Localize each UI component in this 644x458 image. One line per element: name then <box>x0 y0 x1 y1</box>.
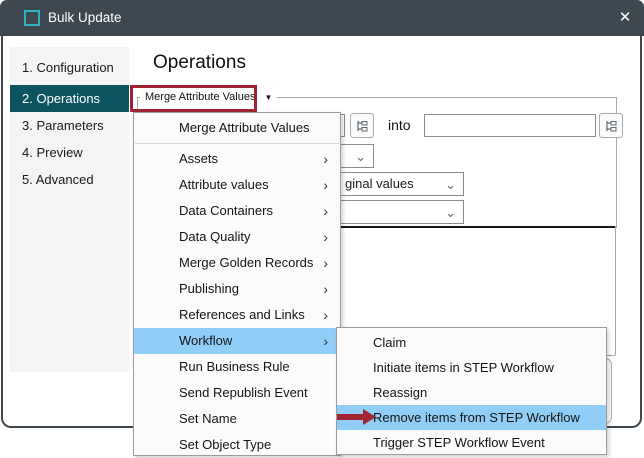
sidebar-item-preview[interactable]: 4. Preview <box>10 139 129 166</box>
menu-item-workflow[interactable]: Workflow› <box>134 328 340 354</box>
menu-item-send-republish-event[interactable]: Send Republish Event <box>134 380 340 406</box>
into-label: into <box>388 114 411 137</box>
submenu-arrow-icon: › <box>323 328 328 354</box>
submenu-arrow-icon: › <box>323 172 328 198</box>
bulk-update-window: Bulk Update ✕ 1. Configuration 2. Operat… <box>0 0 644 458</box>
sidebar-item-operations[interactable]: 2. Operations <box>10 85 129 112</box>
annotation-box <box>130 85 257 112</box>
chevron-down-icon: ⌄ <box>445 202 456 224</box>
hierarchy-icon <box>355 119 369 133</box>
chevron-down-icon: ⌄ <box>445 174 456 196</box>
titlebar: Bulk Update ✕ <box>0 0 644 36</box>
submenu-item-remove-items[interactable]: Remove items from STEP Workflow <box>337 405 606 430</box>
submenu-item-initiate-items[interactable]: Initiate items in STEP Workflow <box>337 355 606 380</box>
submenu-item-trigger-event[interactable]: Trigger STEP Workflow Event <box>337 430 606 455</box>
chevron-down-icon: ▼ <box>264 93 272 102</box>
menu-item-attribute-values[interactable]: Attribute values› <box>134 172 340 198</box>
app-icon <box>24 10 40 26</box>
menu-item-publishing[interactable]: Publishing› <box>134 276 340 302</box>
submenu-arrow-icon: › <box>323 302 328 328</box>
window-title: Bulk Update <box>48 0 122 36</box>
menu-separator <box>135 143 339 144</box>
hierarchy-icon <box>604 119 618 133</box>
hierarchy-picker-button-target[interactable] <box>599 113 623 138</box>
menu-item-merge-attribute-values[interactable]: Merge Attribute Values <box>134 115 340 141</box>
menu-item-assets[interactable]: Assets› <box>134 146 340 172</box>
chevron-down-icon: ⌄ <box>355 146 366 168</box>
wizard-steps-sidebar: 1. Configuration 2. Operations 3. Parame… <box>10 47 129 372</box>
target-attribute-input[interactable] <box>424 114 596 137</box>
submenu-item-reassign[interactable]: Reassign <box>337 380 606 405</box>
annotation-arrow <box>337 409 377 425</box>
submenu-arrow-icon: › <box>323 224 328 250</box>
menu-item-set-name[interactable]: Set Name <box>134 406 340 432</box>
submenu-item-claim[interactable]: Claim <box>337 330 606 355</box>
menu-item-data-quality[interactable]: Data Quality› <box>134 224 340 250</box>
close-icon[interactable]: ✕ <box>606 0 644 36</box>
sidebar-item-configuration[interactable]: 1. Configuration <box>10 54 129 81</box>
menu-item-run-business-rule[interactable]: Run Business Rule <box>134 354 340 380</box>
page-title: Operations <box>153 52 246 74</box>
hierarchy-picker-button-source[interactable] <box>350 113 374 138</box>
submenu-arrow-icon: › <box>323 198 328 224</box>
menu-item-set-object-type[interactable]: Set Object Type <box>134 432 340 458</box>
menu-item-data-containers[interactable]: Data Containers› <box>134 198 340 224</box>
submenu-arrow-icon: › <box>323 276 328 302</box>
operations-menu: Merge Attribute Values Assets› Attribute… <box>133 112 341 456</box>
workflow-submenu: Claim Initiate items in STEP Workflow Re… <box>336 327 607 455</box>
submenu-arrow-icon: › <box>323 146 328 172</box>
sidebar-item-advanced[interactable]: 5. Advanced <box>10 166 129 193</box>
menu-item-references-and-links[interactable]: References and Links› <box>134 302 340 328</box>
menu-item-merge-golden-records[interactable]: Merge Golden Records› <box>134 250 340 276</box>
submenu-arrow-icon: › <box>323 250 328 276</box>
sidebar-item-parameters[interactable]: 3. Parameters <box>10 112 129 139</box>
merge-mode-value: ginal values <box>345 176 414 191</box>
